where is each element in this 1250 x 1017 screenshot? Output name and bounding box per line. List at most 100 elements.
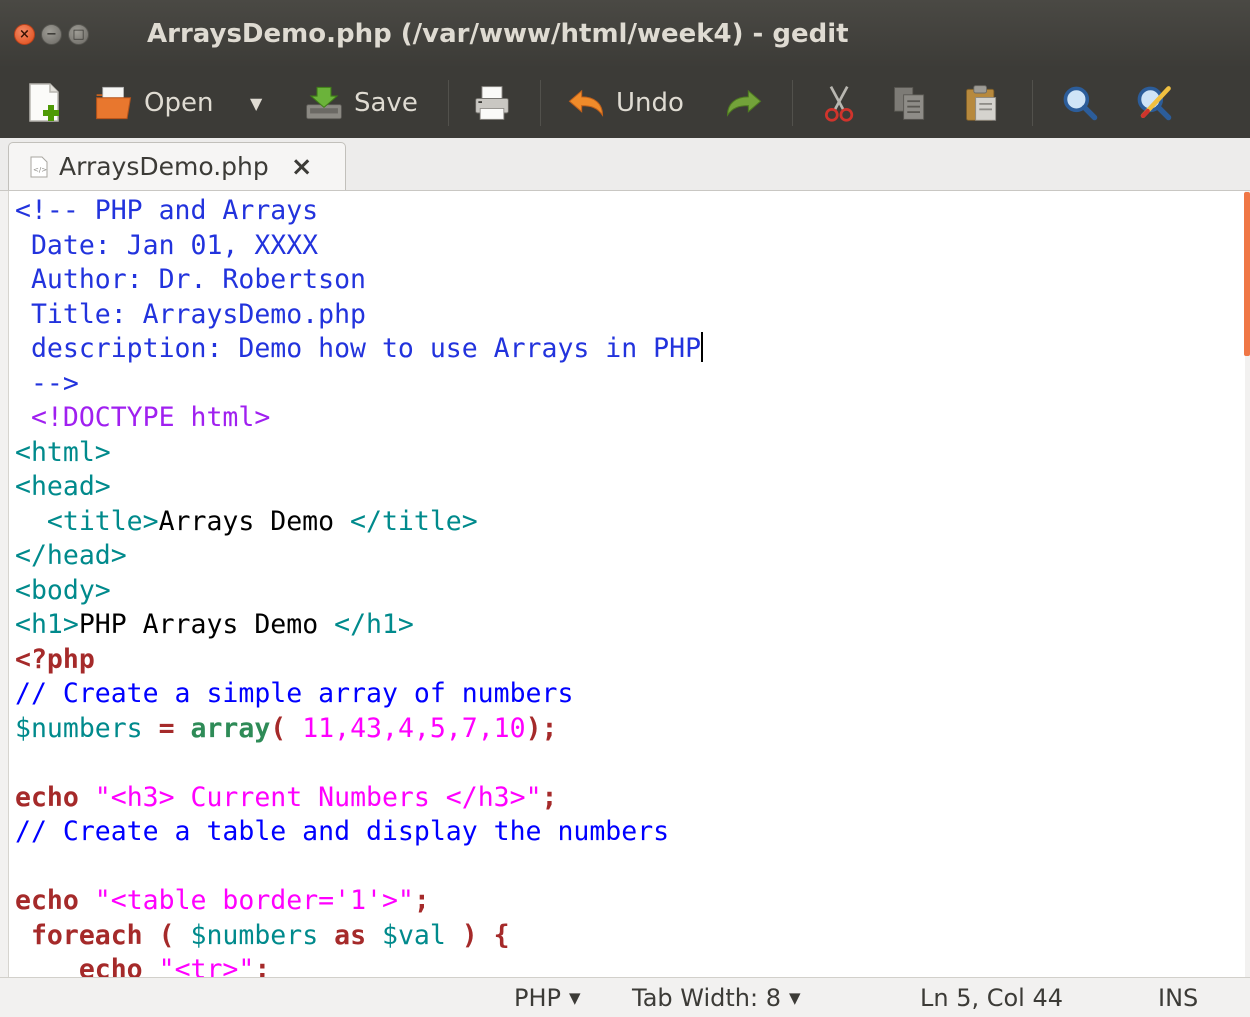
- tab-close-icon[interactable]: ×: [291, 152, 313, 182]
- code-line[interactable]: [15, 850, 1245, 885]
- undo-label: Undo: [616, 88, 684, 118]
- code-line[interactable]: <body>: [15, 574, 1245, 609]
- redo-icon: [726, 89, 762, 117]
- code-line[interactable]: // Create a simple array of numbers: [15, 677, 1245, 712]
- code-line[interactable]: <h1>PHP Arrays Demo </h1>: [15, 608, 1245, 643]
- code-line[interactable]: </head>: [15, 539, 1245, 574]
- code-token: PHP Arrays Demo: [78, 609, 335, 640]
- search-replace-button[interactable]: [1134, 68, 1174, 138]
- code-token: =: [142, 712, 191, 744]
- minimize-window-button[interactable]: −: [41, 24, 62, 45]
- code-token: -->: [15, 367, 79, 399]
- paste-icon: [966, 85, 997, 121]
- code-token: "<h3> Current Numbers </h3>": [94, 781, 542, 813]
- code-token: <title>: [15, 505, 159, 537]
- open-recent-dropdown[interactable]: ▼: [250, 68, 262, 138]
- code-line[interactable]: $numbers = array( 11,43,4,5,7,10);: [15, 712, 1245, 747]
- code-token: echo: [15, 954, 143, 977]
- code-line[interactable]: -->: [15, 367, 1245, 402]
- code-token: <h1>: [15, 609, 79, 640]
- tab-arraysdemo[interactable]: </> ArraysDemo.php ×: [8, 142, 346, 190]
- search-button[interactable]: [1060, 68, 1100, 138]
- svg-text:</>: </>: [33, 166, 47, 174]
- code-token: <body>: [15, 574, 111, 606]
- code-line[interactable]: Date: Jan 01, XXXX: [15, 229, 1245, 264]
- code-line[interactable]: <head>: [15, 470, 1245, 505]
- open-label: Open: [144, 88, 214, 118]
- save-icon: [306, 86, 342, 120]
- cut-icon: [825, 85, 854, 122]
- code-token: // Create a simple array of numbers: [15, 678, 574, 709]
- code-line[interactable]: [15, 746, 1245, 781]
- vertical-scrollbar[interactable]: [1244, 192, 1250, 356]
- undo-button[interactable]: Undo: [566, 68, 684, 138]
- code-token: Title: ArraysDemo.php: [15, 298, 366, 330]
- open-button[interactable]: Open: [94, 68, 213, 138]
- code-token: "<table border='1'>": [94, 885, 414, 916]
- insert-mode[interactable]: INS: [1158, 984, 1198, 1012]
- code-token: </h1>: [334, 609, 414, 640]
- code-line[interactable]: description: Demo how to use Arrays in P…: [15, 332, 1245, 367]
- code-token: // Create a table and display the number…: [15, 816, 670, 847]
- code-line[interactable]: foreach ( $numbers as $val ) {: [15, 919, 1245, 954]
- paste-button[interactable]: [962, 68, 1002, 138]
- code-token: Arrays Demo: [158, 505, 351, 537]
- close-window-button[interactable]: ×: [14, 24, 35, 45]
- search-icon: [1063, 86, 1098, 121]
- chevron-down-icon: ▼: [569, 989, 581, 1007]
- code-token: </head>: [15, 540, 127, 571]
- code-token: Date: Jan 01, XXXX: [15, 229, 319, 261]
- code-line[interactable]: <!-- PHP and Arrays: [15, 194, 1245, 229]
- code-line[interactable]: Title: ArraysDemo.php: [15, 298, 1245, 333]
- tab-width-label: Tab Width: 8: [632, 984, 781, 1012]
- code-view[interactable]: <!-- PHP and Arrays Date: Jan 01, XXXX A…: [9, 194, 1245, 977]
- toolbar-separator: [1032, 80, 1033, 126]
- status-bar: PHP ▼ Tab Width: 8 ▼ Ln 5, Col 44 INS: [0, 977, 1250, 1017]
- print-icon: [475, 86, 509, 120]
- redo-button[interactable]: [724, 68, 764, 138]
- tab-width-selector[interactable]: Tab Width: 8 ▼: [632, 984, 801, 1012]
- new-button[interactable]: [26, 68, 66, 138]
- code-token: "<tr>": [158, 954, 255, 977]
- toolbar: Open ▼ Save Undo: [0, 68, 1250, 138]
- window-controls: × − □: [14, 24, 89, 45]
- language-label: PHP: [514, 984, 561, 1012]
- code-line[interactable]: <title>Arrays Demo </title>: [15, 505, 1245, 540]
- toolbar-separator: [540, 80, 541, 126]
- code-token: echo: [15, 885, 79, 916]
- text-editor[interactable]: <!-- PHP and Arrays Date: Jan 01, XXXX A…: [8, 191, 1245, 977]
- print-button[interactable]: [472, 68, 512, 138]
- chevron-down-icon: ▼: [250, 93, 263, 113]
- tab-label: ArraysDemo.php: [59, 152, 269, 181]
- code-token: (: [142, 919, 191, 951]
- cut-button[interactable]: [820, 68, 860, 138]
- code-line[interactable]: Author: Dr. Robertson: [15, 263, 1245, 298]
- code-token: description: Demo how to use Arrays in P…: [15, 333, 702, 364]
- code-token: <html>: [15, 436, 111, 468]
- code-line[interactable]: echo "<tr>";: [15, 953, 1245, 977]
- save-button[interactable]: Save: [304, 68, 418, 138]
- text-cursor: [701, 332, 704, 362]
- code-line[interactable]: echo "<table border='1'>";: [15, 884, 1245, 919]
- undo-icon: [568, 89, 604, 117]
- code-token: $numbers: [190, 919, 319, 951]
- code-token: foreach: [15, 919, 143, 951]
- code-token: ;: [413, 885, 430, 916]
- code-token: <!-- PHP and Arrays: [15, 195, 319, 226]
- code-token: ;: [541, 781, 558, 813]
- code-line[interactable]: // Create a table and display the number…: [15, 815, 1245, 850]
- code-line[interactable]: <html>: [15, 436, 1245, 471]
- language-selector[interactable]: PHP ▼: [514, 984, 581, 1012]
- copy-button[interactable]: [890, 68, 930, 138]
- code-token: <head>: [15, 471, 111, 502]
- maximize-window-button[interactable]: □: [68, 24, 89, 45]
- code-line[interactable]: <!DOCTYPE html>: [15, 401, 1245, 436]
- code-line[interactable]: <?php: [15, 643, 1245, 678]
- code-line[interactable]: echo "<h3> Current Numbers </h3>";: [15, 781, 1245, 816]
- code-token: $numbers: [15, 712, 143, 744]
- code-token: Author: Dr. Robertson: [15, 264, 366, 295]
- title-bar: × − □ ArraysDemo.php (/var/www/html/week…: [0, 0, 1250, 68]
- document-tabs: </> ArraysDemo.php ×: [0, 138, 1250, 191]
